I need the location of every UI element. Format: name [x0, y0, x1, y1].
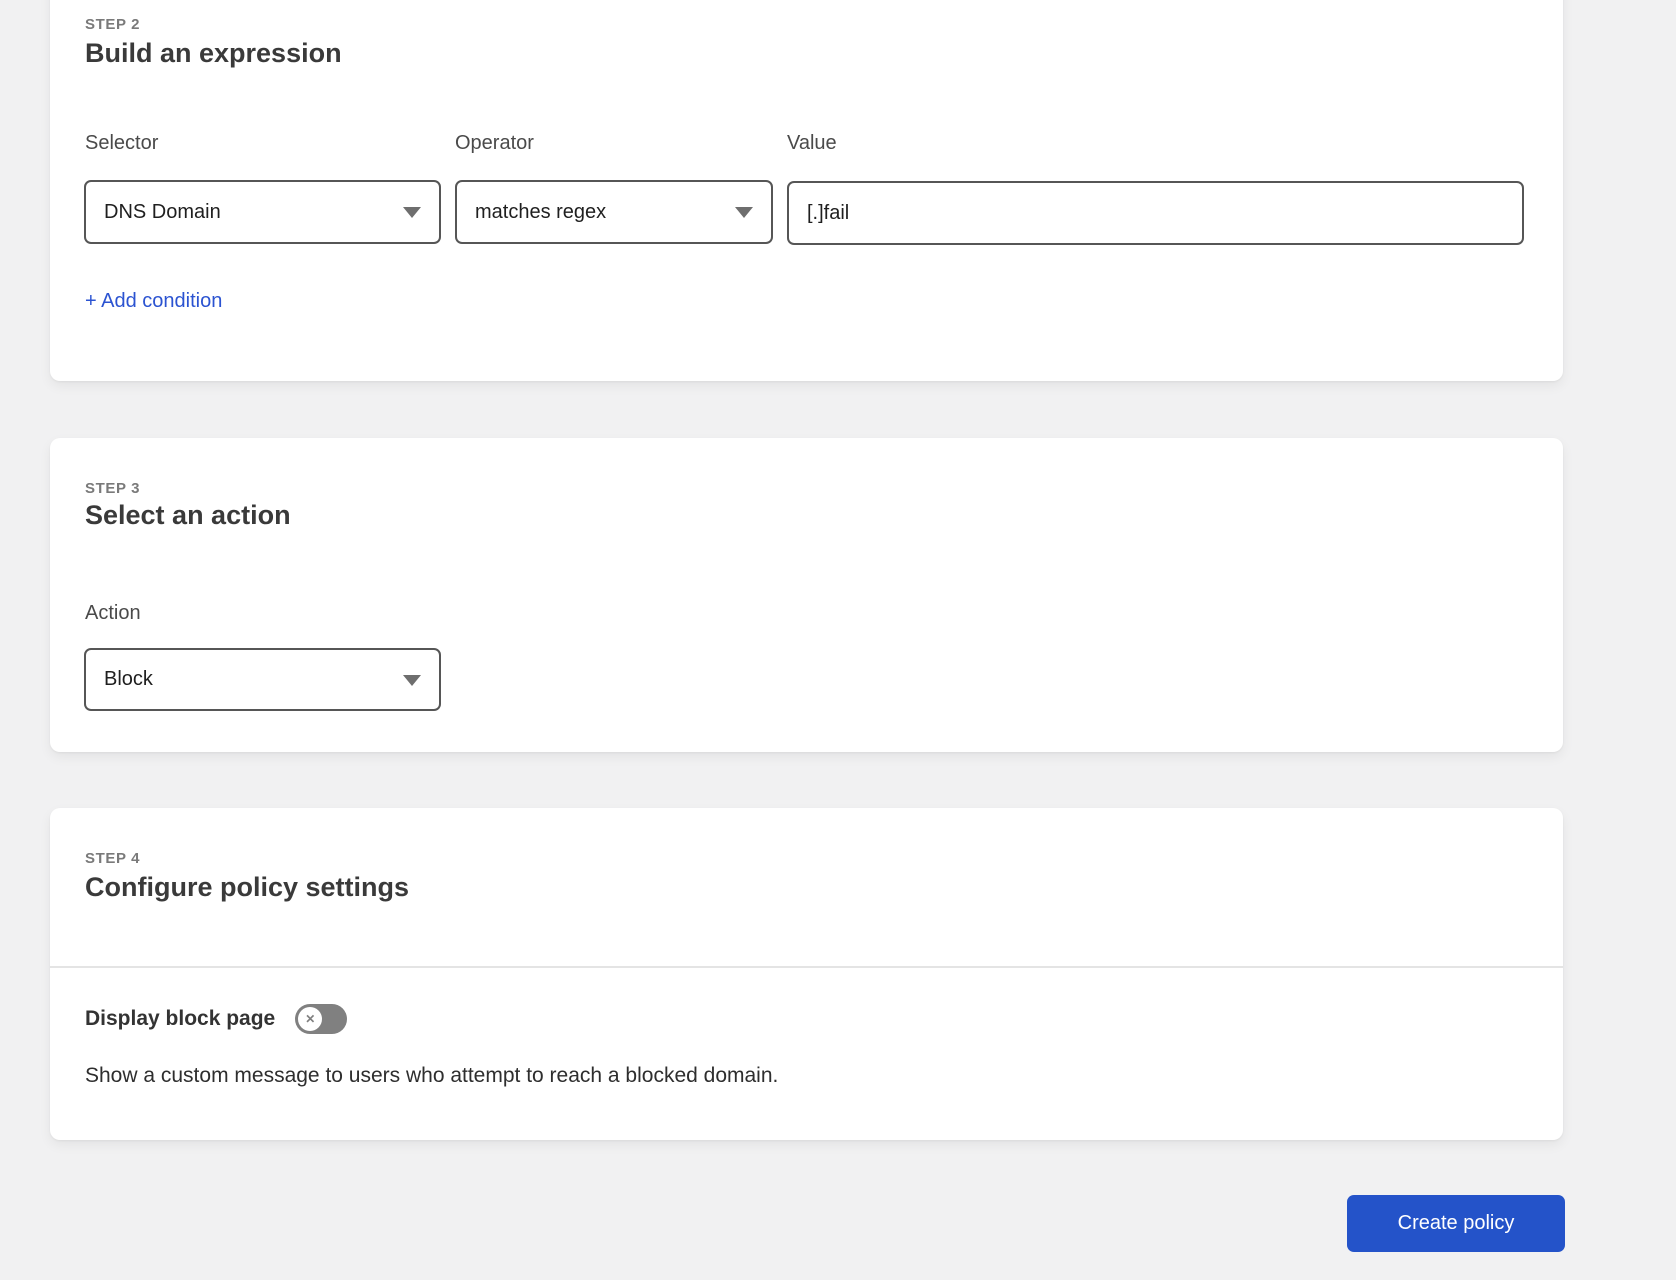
create-policy-button[interactable]: Create policy — [1347, 1195, 1565, 1252]
x-icon: ✕ — [298, 1007, 323, 1031]
display-block-page-description: Show a custom message to users who attem… — [85, 1064, 779, 1087]
card-divider — [50, 966, 1563, 968]
step3-card: STEP 3 Select an action Action Block — [50, 438, 1563, 752]
selector-label: Selector — [85, 132, 159, 154]
display-block-page-label: Display block page — [85, 1007, 276, 1030]
operator-label: Operator — [455, 132, 534, 154]
value-input[interactable] — [787, 181, 1524, 245]
chevron-down-icon — [403, 207, 421, 218]
selector-dropdown-value: DNS Domain — [104, 200, 221, 223]
step4-label: STEP 4 — [85, 850, 141, 867]
operator-dropdown-value: matches regex — [475, 200, 607, 223]
step2-card: STEP 2 Build an expression Selector Oper… — [50, 0, 1563, 381]
operator-dropdown[interactable]: matches regex — [455, 180, 773, 244]
chevron-down-icon — [735, 207, 753, 218]
step4-card: STEP 4 Configure policy settings Display… — [50, 808, 1563, 1140]
value-label: Value — [787, 132, 837, 154]
step4-title: Configure policy settings — [85, 872, 410, 902]
action-label: Action — [85, 602, 141, 624]
action-dropdown[interactable]: Block — [84, 648, 441, 711]
step3-label: STEP 3 — [85, 480, 141, 497]
chevron-down-icon — [403, 674, 421, 686]
step2-title: Build an expression — [85, 38, 342, 68]
display-block-page-toggle[interactable]: ✕ — [295, 1004, 348, 1034]
selector-dropdown[interactable]: DNS Domain — [84, 180, 441, 244]
add-condition-link[interactable]: + Add condition — [85, 290, 222, 313]
step3-title: Select an action — [85, 500, 291, 530]
step2-label: STEP 2 — [85, 16, 141, 33]
display-block-page-row: Display block page ✕ — [85, 1004, 348, 1034]
action-dropdown-value: Block — [104, 668, 153, 690]
